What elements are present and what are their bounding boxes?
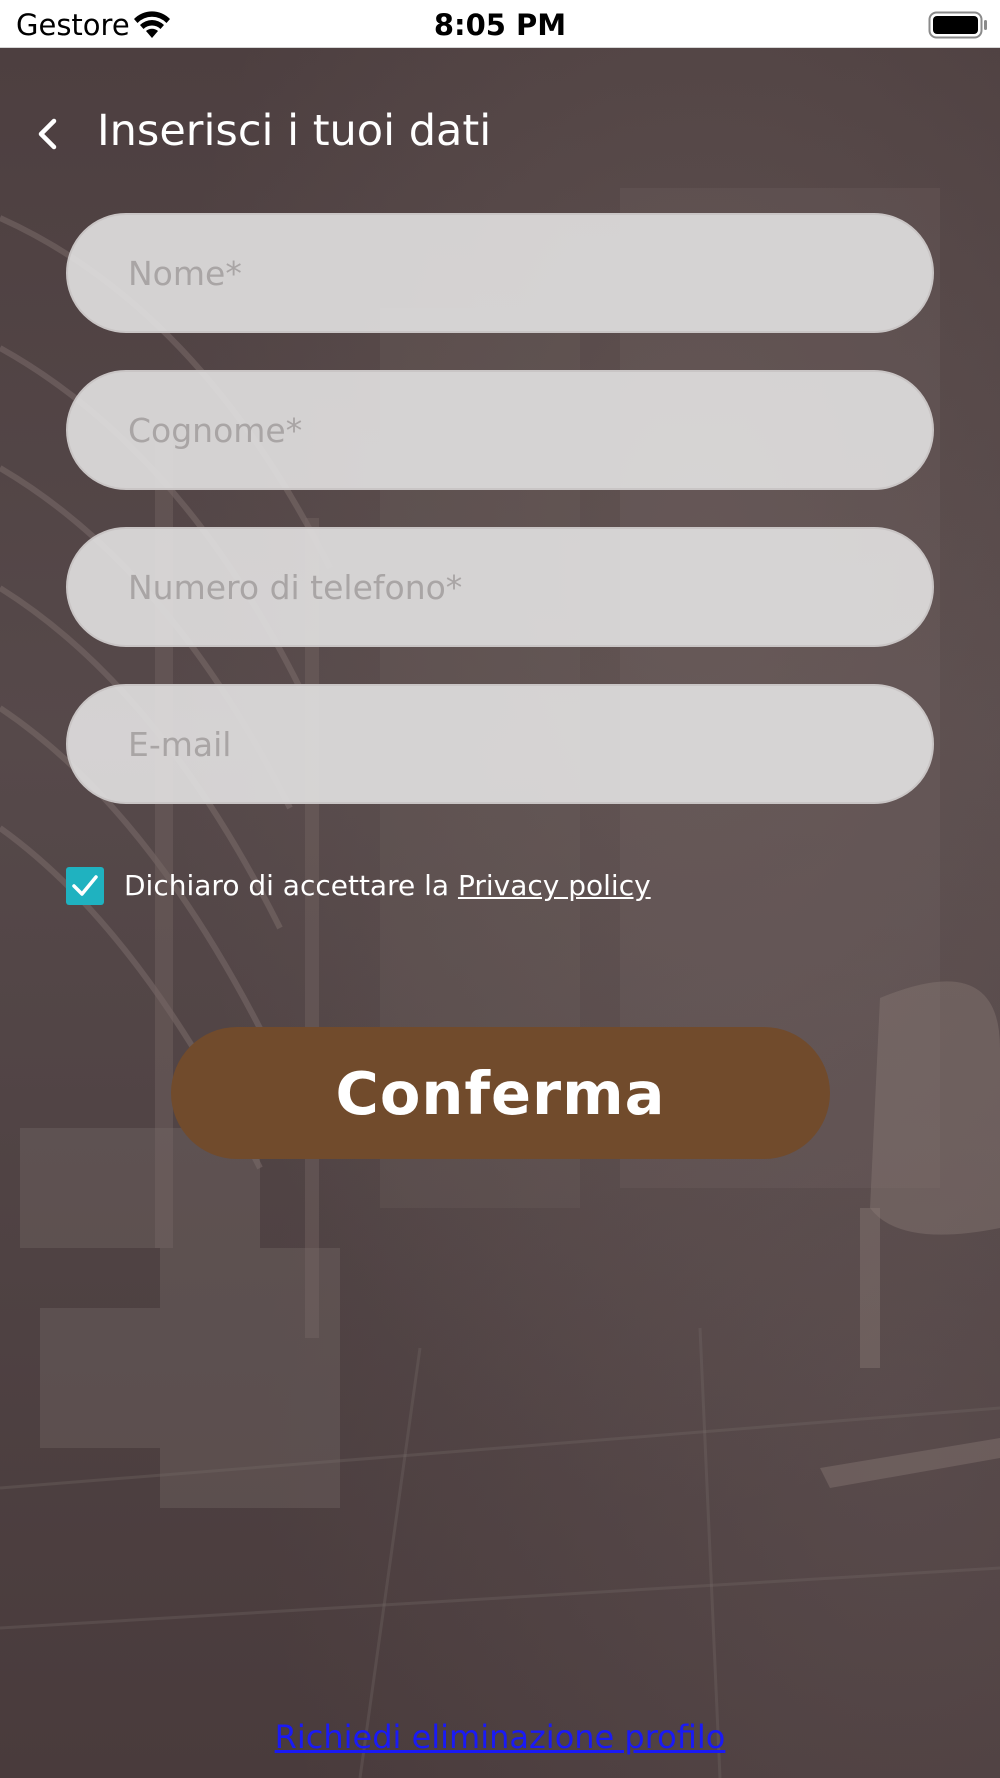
privacy-policy-link[interactable]: Privacy policy	[458, 869, 651, 902]
privacy-consent-checkbox[interactable]	[66, 867, 104, 905]
status-time: 8:05 PM	[433, 8, 567, 42]
request-profile-deletion-link[interactable]: Richiedi eliminazione profilo	[0, 1718, 1000, 1756]
privacy-consent-text: Dichiaro di accettare la	[124, 869, 458, 902]
status-bar: Gestore 8:05 PM	[0, 0, 1000, 48]
header: Inserisci i tuoi dati	[0, 98, 1000, 170]
phone-number-field[interactable]	[66, 527, 934, 647]
confirm-button[interactable]: Conferma	[171, 1027, 830, 1159]
chevron-left-icon[interactable]	[30, 116, 66, 152]
battery-icon	[928, 11, 987, 39]
last-name-field[interactable]	[66, 370, 934, 490]
privacy-consent-label: Dichiaro di accettare la Privacy policy	[124, 869, 651, 902]
page-title: Inserisci i tuoi dati	[97, 106, 492, 156]
email-field[interactable]	[66, 684, 934, 804]
first-name-field[interactable]	[66, 213, 934, 333]
privacy-consent-row: Dichiaro di accettare la Privacy policy	[66, 866, 866, 906]
checkmark-icon	[72, 875, 98, 896]
